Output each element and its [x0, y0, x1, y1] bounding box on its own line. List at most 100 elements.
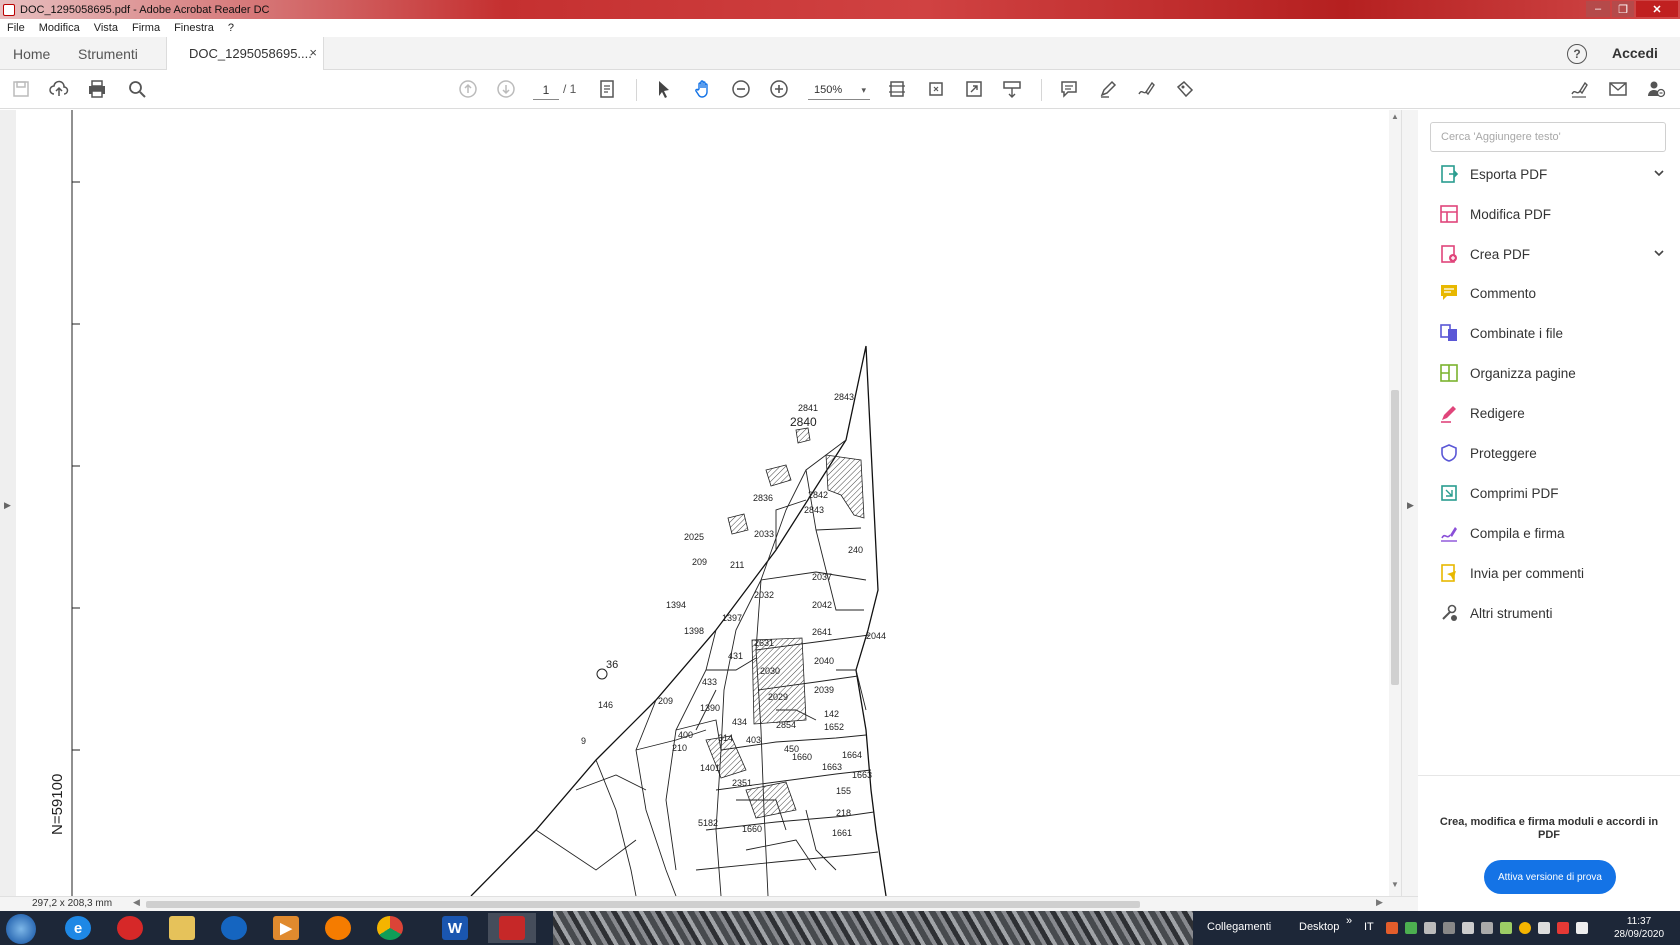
start-trial-button[interactable]: Attiva versione di prova	[1484, 860, 1616, 894]
acrobat-window: DOC_1295058695.pdf - Adobe Acrobat Reade…	[0, 0, 1680, 945]
toolbar-chevron-icon[interactable]: »	[1346, 915, 1352, 927]
sign-share-icon[interactable]	[1568, 78, 1590, 100]
menu-modifica[interactable]: Modifica	[32, 22, 87, 34]
tool-altri-strumenti[interactable]: Altri strumenti	[1438, 599, 1670, 627]
tool-organizza-pagine[interactable]: Organizza pagine	[1438, 359, 1670, 387]
horizontal-scroll-thumb[interactable]	[146, 901, 1140, 908]
tab-document[interactable]: DOC_1295058695.... ×	[166, 37, 324, 70]
hand-tool-icon[interactable]	[692, 78, 714, 100]
create-pdf-icon	[1438, 243, 1460, 265]
tool-proteggere[interactable]: Proteggere	[1438, 439, 1670, 467]
tool-label: Comprimi PDF	[1470, 485, 1559, 501]
right-pane-toggle[interactable]: ▶	[1401, 110, 1418, 896]
stamp-icon[interactable]	[1174, 78, 1196, 100]
scroll-right-icon[interactable]: ▶	[1376, 897, 1383, 908]
flag-icon[interactable]	[1557, 922, 1569, 934]
tool-esporta-pdf[interactable]: Esporta PDF	[1438, 160, 1670, 188]
tray-app-icon[interactable]	[1386, 922, 1398, 934]
tool-invia-commenti[interactable]: Invia per commenti	[1438, 559, 1670, 587]
full-screen-icon[interactable]	[963, 78, 985, 100]
fit-page-icon[interactable]	[886, 78, 908, 100]
left-panel-toggle[interactable]: ▶	[0, 110, 16, 896]
tool-compila-firma[interactable]: Compila e firma	[1438, 519, 1670, 547]
parcel-label: 218	[836, 808, 851, 818]
page-number-input[interactable]: 1	[533, 80, 559, 100]
vertical-scrollbar[interactable]: ▲ ▼	[1389, 110, 1401, 896]
tool-modifica-pdf[interactable]: Modifica PDF	[1438, 200, 1670, 228]
word-icon[interactable]: W	[431, 913, 479, 943]
parcel-label: 209	[692, 557, 707, 567]
email-icon[interactable]	[1607, 78, 1629, 100]
minimize-button[interactable]: –	[1586, 1, 1610, 17]
close-tab-icon[interactable]: ×	[309, 45, 317, 60]
tray-app-icon[interactable]	[1443, 922, 1455, 934]
tray-app-icon[interactable]	[1424, 922, 1436, 934]
tool-crea-pdf[interactable]: Crea PDF	[1438, 240, 1670, 268]
maximize-button[interactable]: ❐	[1612, 1, 1634, 17]
tray-app-icon[interactable]	[1519, 922, 1531, 934]
menu-firma[interactable]: Firma	[125, 22, 167, 34]
print-icon[interactable]	[86, 78, 108, 100]
file-explorer-icon[interactable]	[158, 913, 206, 943]
upload-cloud-icon[interactable]	[48, 78, 70, 100]
scroll-up-icon[interactable]: ▲	[1391, 112, 1399, 121]
scroll-down-icon[interactable]: ▼	[1391, 880, 1399, 889]
windows-start-icon[interactable]	[6, 914, 36, 944]
volume-icon[interactable]	[1576, 922, 1588, 934]
tray-app-icon[interactable]	[1481, 922, 1493, 934]
search-icon[interactable]	[126, 78, 148, 100]
tray-app-icon[interactable]	[1462, 922, 1474, 934]
rotate-view-icon[interactable]	[925, 78, 947, 100]
tool-combinate-file[interactable]: Combinate i file	[1438, 319, 1670, 347]
outlook-icon[interactable]	[210, 913, 258, 943]
close-button[interactable]: ✕	[1636, 1, 1678, 17]
tab-home[interactable]: Home	[13, 37, 50, 70]
acrobat-taskbar-icon[interactable]	[488, 913, 536, 943]
add-user-icon[interactable]	[1645, 78, 1667, 100]
pdf-page[interactable]: 2843 2841 2840 2836 2842 2843 2033 2025 …	[16, 110, 1389, 896]
media-player-icon[interactable]: ▶	[262, 913, 310, 943]
parcel-label: 1652	[824, 722, 844, 732]
menu-vista[interactable]: Vista	[87, 22, 125, 34]
menu-finestra[interactable]: Finestra	[167, 22, 221, 34]
highlight-pen-icon[interactable]	[1097, 78, 1119, 100]
help-icon[interactable]: ?	[1567, 44, 1587, 64]
firefox-icon[interactable]	[314, 913, 362, 943]
scroll-left-icon[interactable]: ◀	[133, 897, 140, 908]
tool-comprimi-pdf[interactable]: Comprimi PDF	[1438, 479, 1670, 507]
tool-redigere[interactable]: Redigere	[1438, 399, 1670, 427]
previous-page-icon[interactable]	[457, 78, 479, 100]
next-page-icon[interactable]	[495, 78, 517, 100]
system-clock[interactable]: 11:37 28/09/2020	[1600, 915, 1678, 941]
parcel-label: 1398	[684, 626, 704, 636]
tray-app-icon[interactable]	[1405, 922, 1417, 934]
comment-icon[interactable]	[1058, 78, 1080, 100]
read-mode-icon[interactable]	[1001, 78, 1023, 100]
menu-help[interactable]: ?	[221, 22, 241, 34]
tab-tools[interactable]: Strumenti	[78, 37, 138, 70]
vertical-scroll-thumb[interactable]	[1391, 390, 1399, 685]
parcel-label: 433	[702, 677, 717, 687]
page-thumbnail-icon[interactable]	[596, 78, 618, 100]
internet-explorer-icon[interactable]: e	[54, 913, 102, 943]
signin-button[interactable]: Accedi	[1612, 45, 1658, 61]
save-icon[interactable]	[10, 78, 32, 100]
chrome-icon[interactable]	[366, 913, 414, 943]
tool-commento[interactable]: Commento	[1438, 279, 1670, 307]
chevron-down-icon[interactable]	[1652, 246, 1666, 260]
network-icon[interactable]	[1538, 922, 1550, 934]
zoom-level-select[interactable]: 150% ▾	[808, 80, 870, 100]
desktop-toolbar-label[interactable]: Desktop	[1299, 921, 1339, 933]
language-indicator[interactable]: IT	[1364, 921, 1374, 933]
zoom-in-icon[interactable]	[768, 78, 790, 100]
links-toolbar-label[interactable]: Collegamenti	[1207, 921, 1271, 933]
media-app-icon[interactable]	[106, 913, 154, 943]
sign-pen-icon[interactable]	[1135, 78, 1157, 100]
chevron-down-icon[interactable]	[1652, 166, 1666, 180]
tools-search-input[interactable]: Cerca 'Aggiungere testo'	[1430, 122, 1666, 152]
select-cursor-icon[interactable]	[653, 78, 675, 100]
tool-label: Invia per commenti	[1470, 565, 1585, 581]
menu-file[interactable]: File	[0, 22, 32, 34]
zoom-out-icon[interactable]	[730, 78, 752, 100]
tray-app-icon[interactable]	[1500, 922, 1512, 934]
